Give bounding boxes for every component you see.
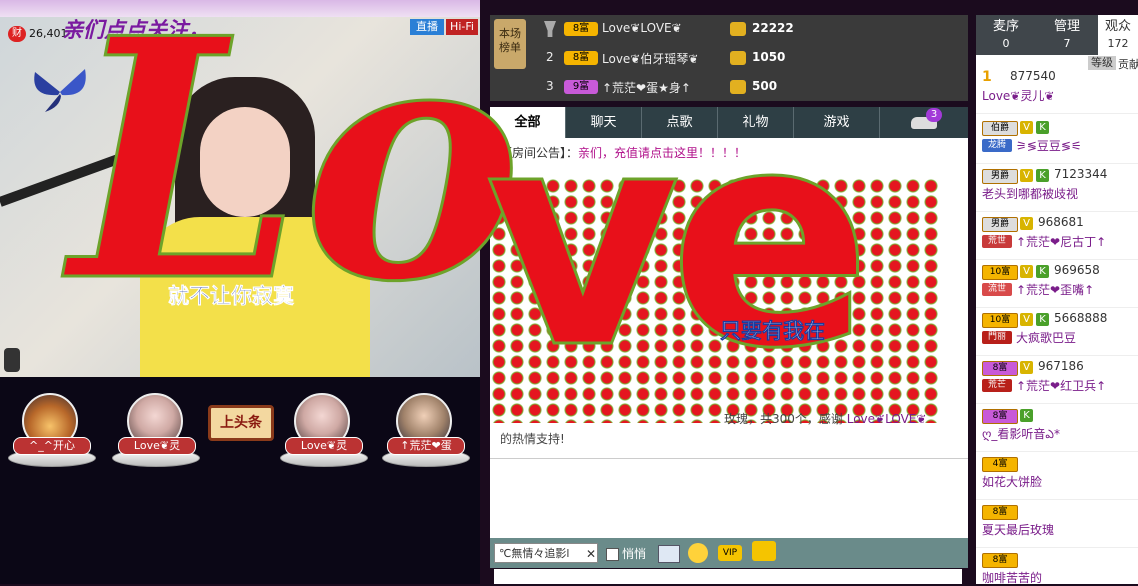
rank-value: 1050: [752, 50, 786, 64]
big-lo: Lo: [68, 0, 523, 354]
chat-divider[interactable]: [490, 458, 968, 459]
list-item[interactable]: 8富 K ღ_看影听音ఎ*: [976, 403, 1138, 452]
guest-label: Love❦灵: [285, 437, 363, 455]
vip-icon: V: [1020, 265, 1033, 278]
vip-icon: V: [1020, 217, 1033, 230]
whisper-label: 悄悄: [622, 547, 647, 561]
gift-sender[interactable]: Love❦LOVE❦: [847, 412, 927, 426]
tab-admins[interactable]: 管理 7: [1037, 15, 1097, 55]
lyric-caption-right: 只要有我在: [720, 319, 826, 344]
rank-value: 22222: [752, 21, 794, 35]
vip-icon: V: [1020, 313, 1033, 326]
list-item[interactable]: 伯爵 V K 龙腾 ⚞≶豆豆≶⚟: [976, 115, 1138, 164]
emoji-icon[interactable]: [688, 543, 708, 563]
list-item[interactable]: 4富 如花大饼脸: [976, 451, 1138, 500]
guest-label: Love❦灵: [118, 437, 196, 455]
list-item[interactable]: 10富 V K 969658 流世 ↑荒茫❤歪嘴↑: [976, 259, 1138, 308]
headline-button[interactable]: 上头条: [208, 405, 274, 441]
wealth-icon: 财: [8, 26, 26, 42]
audience-list[interactable]: 等级 贡献 1 877540 Love❦灵儿❦ 伯爵 V K 龙腾 ⚞≶豆豆≶⚟…: [976, 55, 1138, 585]
rank-badge: 8富: [564, 51, 598, 65]
close-icon[interactable]: ✕: [586, 547, 596, 561]
recipient-select[interactable]: ℃無情々追影l: [494, 543, 598, 563]
coin-icon: [730, 51, 746, 65]
guest-seats: ^_^开心 Love❦灵 上头条 Love❦灵 ↑荒茫❤蛋: [0, 377, 480, 584]
rank-name[interactable]: Love❦LOVE❦: [602, 21, 682, 35]
vip-icon: V: [1020, 121, 1033, 134]
list-item[interactable]: 男爵 V 968681 荒世 ↑荒茫❤尼古丁↑: [976, 211, 1138, 260]
rank-badge: 8富: [564, 22, 598, 36]
rank-number: 2: [546, 50, 554, 64]
k-icon: K: [1020, 409, 1033, 422]
vip-icon: V: [1020, 361, 1033, 374]
guest-label: ^_^开心: [13, 437, 91, 455]
k-icon: K: [1036, 313, 1049, 326]
list-item[interactable]: 1 877540 Love❦灵儿❦: [976, 65, 1138, 114]
list-item[interactable]: 10富 V K 5668888 門丽 大疯歌巴豆: [976, 307, 1138, 356]
guard-icon[interactable]: [752, 541, 776, 561]
microphone-icon[interactable]: [4, 348, 20, 372]
chat-input[interactable]: [494, 569, 962, 584]
k-icon: K: [1036, 121, 1049, 134]
coin-icon: [730, 22, 746, 36]
guest-label: ↑荒茫❤蛋: [387, 437, 465, 455]
tab-car[interactable]: [880, 107, 968, 138]
whisper-checkbox[interactable]: [606, 548, 619, 561]
list-item[interactable]: 8富 V 967186 荒芒 ↑荒茫❤红卫兵↑: [976, 355, 1138, 404]
tab-audience[interactable]: 观众 172: [1098, 15, 1138, 55]
tab-mic-queue[interactable]: 麦序 0: [976, 15, 1036, 55]
crown-icon: 1: [982, 69, 992, 85]
trophy-icon: [544, 21, 556, 37]
audience-tabs: 麦序 0 管理 7 观众 172: [976, 15, 1138, 55]
chat-input-bar: ℃無情々追影l ✕ 悄悄 VIP: [490, 538, 968, 568]
vip-icon: V: [1020, 169, 1033, 182]
tab-count-badge: 3: [926, 108, 942, 122]
vip-icon[interactable]: VIP: [718, 545, 742, 561]
k-icon: K: [1036, 265, 1049, 278]
gift-message-suffix: 的热情支持!: [500, 432, 565, 446]
list-item[interactable]: 8富 咖啡苦苦的: [976, 547, 1138, 585]
butterfly-icon: [30, 67, 86, 112]
image-icon[interactable]: [658, 545, 680, 563]
k-icon: K: [1036, 169, 1049, 182]
lyric-caption-left: 就不让你寂寞: [168, 284, 295, 309]
big-ve: ve: [483, 65, 873, 414]
list-item[interactable]: 男爵 V K 7123344 老头到哪都被歧视: [976, 163, 1138, 212]
list-item[interactable]: 8富 夏天最后玫瑰: [976, 499, 1138, 548]
